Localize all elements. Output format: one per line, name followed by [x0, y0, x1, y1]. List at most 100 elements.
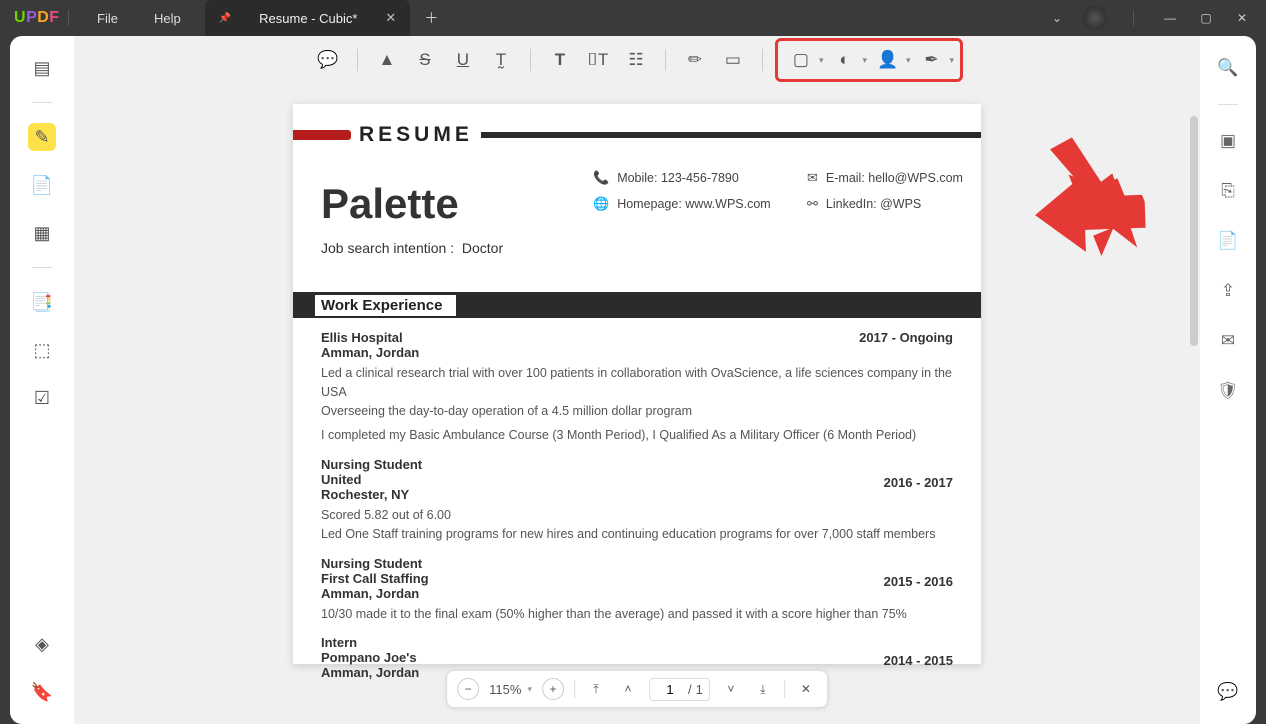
prev-page-button[interactable]: ˄	[617, 678, 639, 700]
caret-icon: ▾	[527, 684, 532, 695]
titlebar-right: ⌄ — ▢ ✕	[1047, 6, 1266, 30]
next-page-button[interactable]: ˅	[720, 678, 742, 700]
organize-icon[interactable]: 📑	[28, 288, 56, 316]
highlighted-tool-group: ▢▾ ◐▾ 👤▾ ✒▾	[775, 38, 963, 82]
stamp-icon[interactable]: 👤	[871, 43, 905, 77]
protect-icon[interactable]: 🛡	[1214, 377, 1242, 405]
document-tab[interactable]: 📌 Resume - Cubic* ✕	[205, 0, 411, 36]
homepage-text: Homepage: www.WPS.com	[617, 197, 771, 211]
avatar[interactable]	[1083, 6, 1107, 30]
menu-file[interactable]: File	[79, 11, 136, 26]
right-rail: 🔍 ▣ ⎘ 📄 ⇪ ✉ 🛡 💬	[1200, 36, 1256, 724]
minimize-button[interactable]: —	[1160, 11, 1180, 25]
separator	[357, 49, 358, 71]
entry-sub: United	[321, 472, 953, 487]
ocr-icon[interactable]: ▣	[1214, 127, 1242, 155]
entry-sub: First Call Staffing	[321, 571, 953, 586]
layers-icon[interactable]: ◈	[28, 630, 56, 658]
section-bar: Work Experience	[293, 292, 981, 318]
zoom-out-button[interactable]: −	[457, 678, 479, 700]
job-intention: Job search intention : Doctor	[321, 240, 981, 256]
separator	[784, 680, 785, 698]
zoom-in-button[interactable]: +	[542, 678, 564, 700]
squiggly-icon[interactable]: T̰	[484, 43, 518, 77]
search-icon[interactable]: 🔍	[1214, 54, 1242, 82]
close-window-button[interactable]: ✕	[1232, 11, 1252, 25]
entry-sub: Pompano Joe's	[321, 650, 953, 665]
work-entry: Ellis Hospital 2017 - Ongoing Amman, Jor…	[321, 330, 953, 445]
underline-icon[interactable]: U	[446, 43, 480, 77]
form-icon[interactable]: ☑	[28, 384, 56, 412]
entry-title: Intern	[321, 635, 953, 650]
strikethrough-icon[interactable]: S	[408, 43, 442, 77]
zoom-dropdown[interactable]: 115%▾	[489, 682, 532, 697]
entry-sub: Amman, Jordan	[321, 586, 953, 601]
sticker-icon[interactable]: ◐	[827, 43, 861, 77]
email-icon: ✉	[807, 170, 818, 186]
text-icon[interactable]: T	[543, 43, 577, 77]
note-icon[interactable]: 💬	[311, 43, 345, 77]
chevron-down-icon[interactable]: ⌄	[1047, 11, 1067, 25]
signature-tool[interactable]: ✒▾	[915, 43, 955, 77]
separator	[68, 10, 69, 26]
callout-icon[interactable]: ☷	[619, 43, 653, 77]
highlight-icon[interactable]: ▲	[370, 43, 404, 77]
entry-sub: Amman, Jordan	[321, 345, 953, 360]
separator	[665, 49, 666, 71]
maximize-button[interactable]: ▢	[1196, 11, 1216, 25]
close-tab-icon[interactable]: ✕	[385, 10, 396, 26]
rectangle-icon[interactable]: ▢	[784, 43, 818, 77]
phone-icon: 📞	[593, 170, 609, 186]
annotation-toolbar: 💬 ▲ S U T̰ T ⌷T ☷ ✏ ▭ ▢▾ ◐▾ 👤▾ ✒▾	[74, 36, 1200, 84]
edit-pdf-icon[interactable]: 📄	[28, 171, 56, 199]
resume-header: RESUME	[293, 126, 981, 144]
linkedin-text: LinkedIn: @WPS	[826, 197, 921, 211]
entry-body: Scored 5.82 out of 6.00 Led One Staff tr…	[321, 506, 953, 544]
contact-grid: 📞Mobile: 123-456-7890 ✉E-mail: hello@WPS…	[593, 170, 997, 212]
pdf-page[interactable]: RESUME Palette 📞Mobile: 123-456-7890 ✉E-…	[293, 104, 981, 664]
sticker-tool[interactable]: ◐▾	[827, 43, 867, 77]
textbox-icon[interactable]: ⌷T	[581, 43, 615, 77]
page-number-input[interactable]	[656, 682, 684, 697]
entry-date: 2015 - 2016	[884, 574, 953, 589]
eraser-icon[interactable]: ▭	[716, 43, 750, 77]
first-page-button[interactable]: ⤒	[585, 678, 607, 700]
left-rail: ▤ ✎ 📄 ▦ 📑 ⬚ ☑ ◈ 🔖	[10, 36, 74, 724]
email-icon[interactable]: ✉	[1214, 327, 1242, 355]
separator	[1218, 104, 1238, 105]
annotation-arrow-icon	[1034, 136, 1154, 256]
center-pane: 💬 ▲ S U T̰ T ⌷T ☷ ✏ ▭ ▢▾ ◐▾ 👤▾ ✒▾	[74, 36, 1200, 724]
scrollbar[interactable]	[1190, 116, 1198, 346]
reader-mode-icon[interactable]: ▤	[28, 54, 56, 82]
crop-icon[interactable]: ⬚	[28, 336, 56, 364]
pin-icon: 📌	[219, 13, 231, 24]
last-page-button[interactable]: ⤓	[752, 678, 774, 700]
separator	[32, 267, 52, 268]
separator	[530, 49, 531, 71]
signature-icon[interactable]: ✒	[915, 43, 949, 77]
accent-bar	[293, 130, 351, 140]
bookmark-icon[interactable]: 🔖	[28, 678, 56, 706]
share-icon[interactable]: ⇪	[1214, 277, 1242, 305]
shape-tool[interactable]: ▢▾	[784, 43, 824, 77]
section-label: Work Experience	[315, 295, 456, 316]
mobile-text: Mobile: 123-456-7890	[617, 171, 739, 185]
app-logo: UPDF	[0, 9, 58, 27]
globe-icon: 🌐	[593, 196, 609, 212]
menu-help[interactable]: Help	[136, 11, 199, 26]
page-input[interactable]: / 1	[649, 678, 710, 701]
entry-body: Led a clinical research trial with over …	[321, 364, 953, 445]
comment-tool-icon[interactable]: ✎	[28, 123, 56, 151]
stamp-tool[interactable]: 👤▾	[871, 43, 911, 77]
entry-title: Nursing Student	[321, 556, 953, 571]
close-controls-button[interactable]: ✕	[795, 678, 817, 700]
export-icon[interactable]: 📄	[1214, 227, 1242, 255]
pencil-icon[interactable]: ✏	[678, 43, 712, 77]
new-tab-button[interactable]: ＋	[424, 8, 438, 28]
page-tool-icon[interactable]: ▦	[28, 219, 56, 247]
compress-icon[interactable]: ⎘	[1214, 177, 1242, 205]
caret-icon: ▾	[819, 55, 824, 66]
chat-icon[interactable]: 💬	[1214, 678, 1242, 706]
caret-icon: ▾	[950, 55, 955, 66]
entry-body: 10/30 made it to the final exam (50% hig…	[321, 605, 953, 624]
